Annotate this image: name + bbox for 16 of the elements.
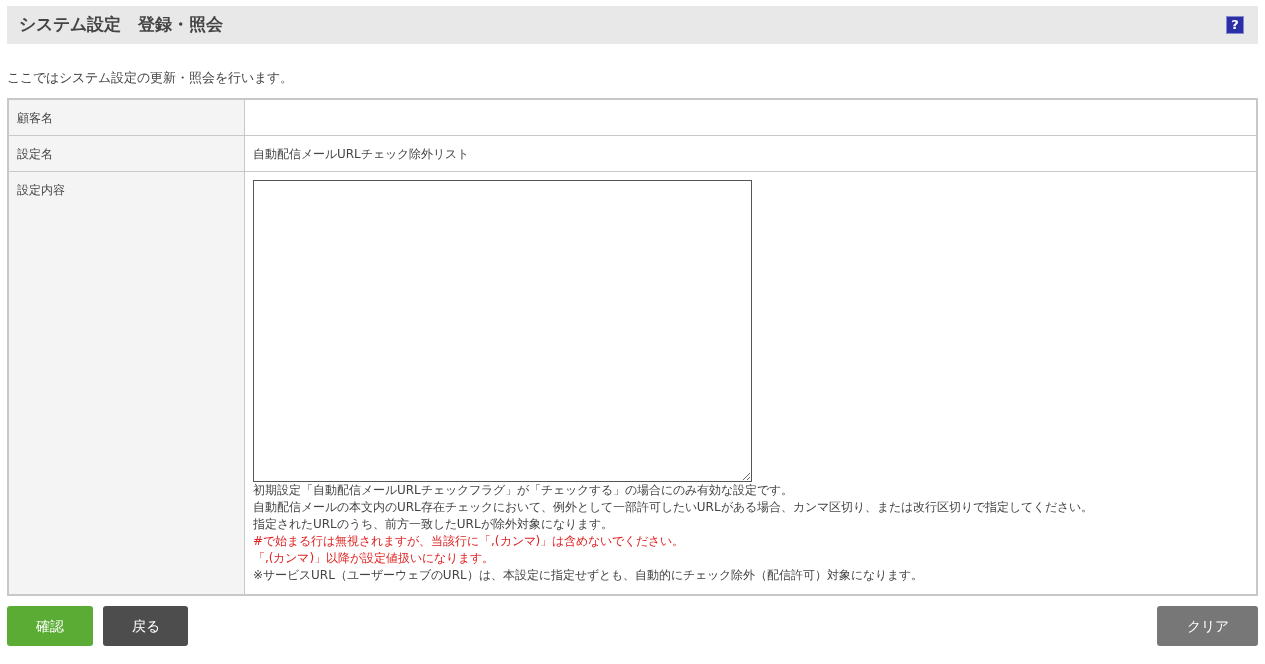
field-label: 設定内容: [9, 172, 245, 594]
field-value: 自動配信メールURLチェック除外リスト: [253, 147, 469, 161]
warning-note: #で始まる行は無視されますが、当該行に「,(カンマ)」は含めないでください。: [253, 533, 686, 550]
warning-note: 「,(カンマ)」以降が設定値扱いになります。: [253, 550, 496, 567]
field-label: 設定名: [9, 136, 245, 171]
clear-button[interactable]: クリア: [1157, 606, 1258, 646]
help-note: 指定されたURLのうち、前方一致したURLが除外対象になります。: [253, 516, 614, 533]
help-note: 初期設定「自動配信メールURLチェックフラグ」が「チェックする」の場合にのみ有効な設定です。: [253, 482, 794, 499]
help-icon[interactable]: ?: [1226, 16, 1244, 34]
help-note: ※サービスURL（ユーザーウェブのURL）は、本設定に指定せずとも、自動的にチェック除外（配信許可）対象になります。: [253, 567, 924, 584]
help-note: 自動配信メールの本文内のURL存在チェックにおいて、例外として一部許可したいURLがある場合、カンマ区切り、または改行区切りで指定してください。: [253, 499, 1094, 516]
back-button[interactable]: 戻る: [103, 606, 188, 646]
field-label: 顧客名: [9, 100, 245, 135]
page-description: ここではシステム設定の更新・照会を行います。: [7, 69, 294, 86]
settings-textarea[interactable]: [253, 180, 752, 482]
page-title: システム設定 登録・照会: [19, 13, 223, 37]
